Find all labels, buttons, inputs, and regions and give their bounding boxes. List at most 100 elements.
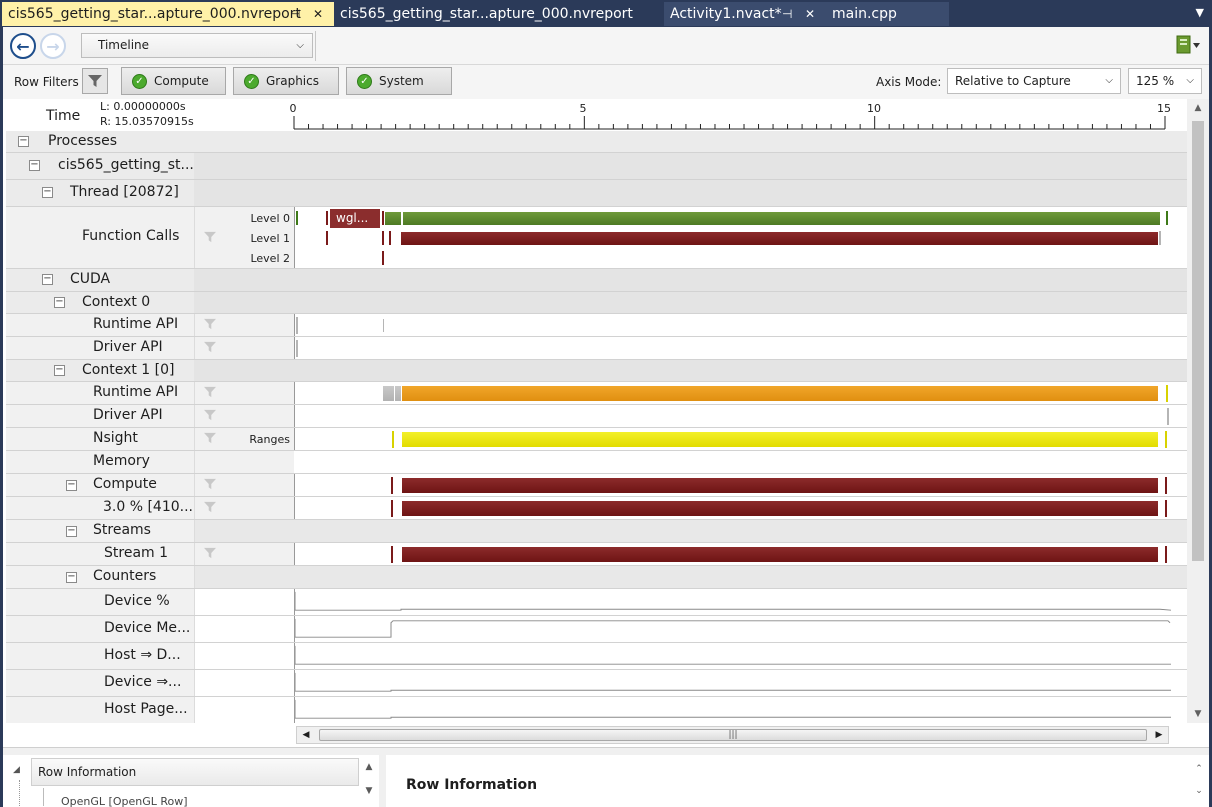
forward-arrow-icon[interactable]: →	[40, 33, 66, 59]
api-bar[interactable]	[383, 386, 394, 401]
scroll-down-icon[interactable]: ▼	[1187, 709, 1209, 719]
wgl-call-bar[interactable]: wgl...	[330, 209, 380, 228]
row-ctx1-driver-api[interactable]: Driver API	[6, 405, 1187, 428]
collapse-icon[interactable]: −	[29, 160, 40, 171]
row-processes[interactable]: − Processes	[6, 131, 1187, 153]
view-select[interactable]: Timeline ⌵	[81, 33, 313, 58]
row-process[interactable]: − cis565_getting_st...	[6, 153, 1187, 180]
funnel-icon[interactable]	[203, 432, 217, 444]
tab-nvreport[interactable]: cis565_getting_star...apture_000.nvrepor…	[334, 2, 660, 26]
row-cuda[interactable]: − CUDA	[6, 269, 1187, 292]
tree-scrollbar[interactable]: ▲ ▼	[360, 758, 378, 807]
tab-dropdown-icon[interactable]: ▼	[1196, 6, 1204, 19]
vertical-scroll-thumb[interactable]	[1192, 121, 1204, 561]
api-marker[interactable]	[1167, 408, 1169, 425]
scroll-up-icon[interactable]: ▲	[1187, 103, 1209, 113]
row-information-item[interactable]: Row Information	[31, 758, 359, 786]
horizontal-scrollbar[interactable]: ◀ ||| ▶	[296, 726, 1169, 744]
row-device-mem[interactable]: Device Me...	[6, 616, 1187, 643]
counter-graph[interactable]	[294, 697, 1187, 723]
api-marker[interactable]	[383, 319, 384, 332]
time-ruler[interactable]: 0 5 10 15	[290, 99, 1171, 131]
scroll-up-icon[interactable]: ▲	[360, 762, 378, 772]
tab-main-cpp[interactable]: main.cpp	[826, 2, 949, 26]
row-nsight[interactable]: Nsight Ranges	[6, 428, 1187, 451]
call-bar-level0[interactable]	[403, 212, 1160, 225]
row-thread[interactable]: − Thread [20872]	[6, 180, 1187, 207]
filter-funnel-button[interactable]	[82, 68, 108, 94]
row-function-calls[interactable]: Function Calls Level 0 Level 1 Level 2 w…	[6, 207, 1187, 269]
row-device-pct[interactable]: Device %	[6, 589, 1187, 616]
scroll-down-icon[interactable]: ⌄	[1193, 780, 1205, 802]
collapse-icon[interactable]: −	[42, 187, 53, 198]
collapse-icon[interactable]: −	[66, 480, 77, 491]
collapse-icon[interactable]: −	[54, 297, 65, 308]
row-stream-1[interactable]: Stream 1	[6, 543, 1187, 566]
close-icon[interactable]: ✕	[313, 2, 323, 26]
call-marker[interactable]	[1166, 211, 1168, 225]
scroll-left-icon[interactable]: ◀	[297, 727, 315, 743]
nsight-range-bar[interactable]	[402, 432, 1158, 447]
row-ctx0-driver-api[interactable]: Driver API	[6, 337, 1187, 360]
row-context-0[interactable]: − Context 0	[6, 292, 1187, 314]
collapse-icon[interactable]: −	[18, 136, 29, 147]
system-filter-button[interactable]: ✓ System	[346, 67, 452, 95]
funnel-icon[interactable]	[203, 409, 217, 421]
funnel-icon[interactable]	[203, 231, 217, 243]
api-marker[interactable]	[296, 317, 298, 334]
counter-graph[interactable]	[294, 670, 1187, 696]
pin-icon[interactable]: ⊣	[782, 2, 792, 26]
call-marker[interactable]	[296, 211, 298, 225]
row-device-to[interactable]: Device ⇒...	[6, 670, 1187, 697]
call-marker[interactable]	[326, 211, 328, 225]
graphics-filter-button[interactable]: ✓ Graphics	[233, 67, 339, 95]
tree-sub-item[interactable]: OpenGL [OpenGL Row]	[61, 795, 188, 807]
call-marker[interactable]	[326, 231, 328, 245]
counter-graph[interactable]	[294, 643, 1187, 669]
row-ctx1-runtime-api[interactable]: Runtime API	[6, 382, 1187, 405]
call-marker[interactable]	[382, 231, 384, 245]
call-marker[interactable]	[382, 251, 384, 265]
collapse-icon[interactable]: −	[66, 572, 77, 583]
compute-filter-button[interactable]: ✓ Compute	[121, 67, 226, 95]
runtime-api-bar[interactable]	[402, 386, 1158, 401]
stream-bar[interactable]	[402, 547, 1158, 562]
row-streams[interactable]: − Streams	[6, 520, 1187, 543]
api-marker[interactable]	[296, 340, 298, 357]
row-counters[interactable]: − Counters	[6, 566, 1187, 589]
row-compute-kernel[interactable]: 3.0 % [410...	[6, 497, 1187, 520]
call-bar-level1[interactable]	[401, 232, 1158, 245]
counter-graph[interactable]	[294, 616, 1187, 642]
back-arrow-icon[interactable]: ←	[10, 33, 36, 59]
row-host-page[interactable]: Host Page...	[6, 697, 1187, 723]
row-memory[interactable]: Memory	[6, 451, 1187, 474]
collapse-icon[interactable]: −	[42, 274, 53, 285]
kernel-marker[interactable]	[1165, 500, 1167, 517]
kernel-marker[interactable]	[1165, 477, 1167, 494]
panel-scrollbar[interactable]: ⌃ ⌄	[1193, 758, 1205, 807]
scroll-up-icon[interactable]: ⌃	[1193, 758, 1205, 780]
stream-marker[interactable]	[391, 546, 393, 563]
collapse-icon[interactable]: −	[54, 365, 65, 376]
call-bar[interactable]	[385, 212, 401, 225]
row-ctx0-runtime-api[interactable]: Runtime API	[6, 314, 1187, 337]
scroll-down-icon[interactable]: ▼	[360, 786, 378, 796]
tab-activity[interactable]: Activity1.nvact* ⊣ ✕	[664, 2, 826, 26]
funnel-icon[interactable]	[203, 501, 217, 513]
compute-bar[interactable]	[402, 478, 1158, 493]
funnel-icon[interactable]	[203, 318, 217, 330]
pin-icon[interactable]: ⊣	[290, 2, 300, 26]
api-marker[interactable]	[1166, 385, 1168, 402]
funnel-icon[interactable]	[203, 341, 217, 353]
range-marker[interactable]	[392, 431, 394, 448]
funnel-icon[interactable]	[203, 547, 217, 559]
horizontal-scroll-thumb[interactable]: |||	[319, 729, 1147, 741]
range-marker[interactable]	[1165, 431, 1167, 448]
stream-marker[interactable]	[1165, 546, 1167, 563]
call-marker[interactable]	[382, 211, 384, 225]
kernel-bar[interactable]	[402, 501, 1158, 516]
kernel-marker[interactable]	[391, 500, 393, 517]
vertical-scrollbar[interactable]: ▲ ▼	[1187, 99, 1209, 723]
call-marker[interactable]	[389, 231, 391, 245]
tab-nvreport-active[interactable]: cis565_getting_star...apture_000.nvrepor…	[2, 2, 334, 26]
